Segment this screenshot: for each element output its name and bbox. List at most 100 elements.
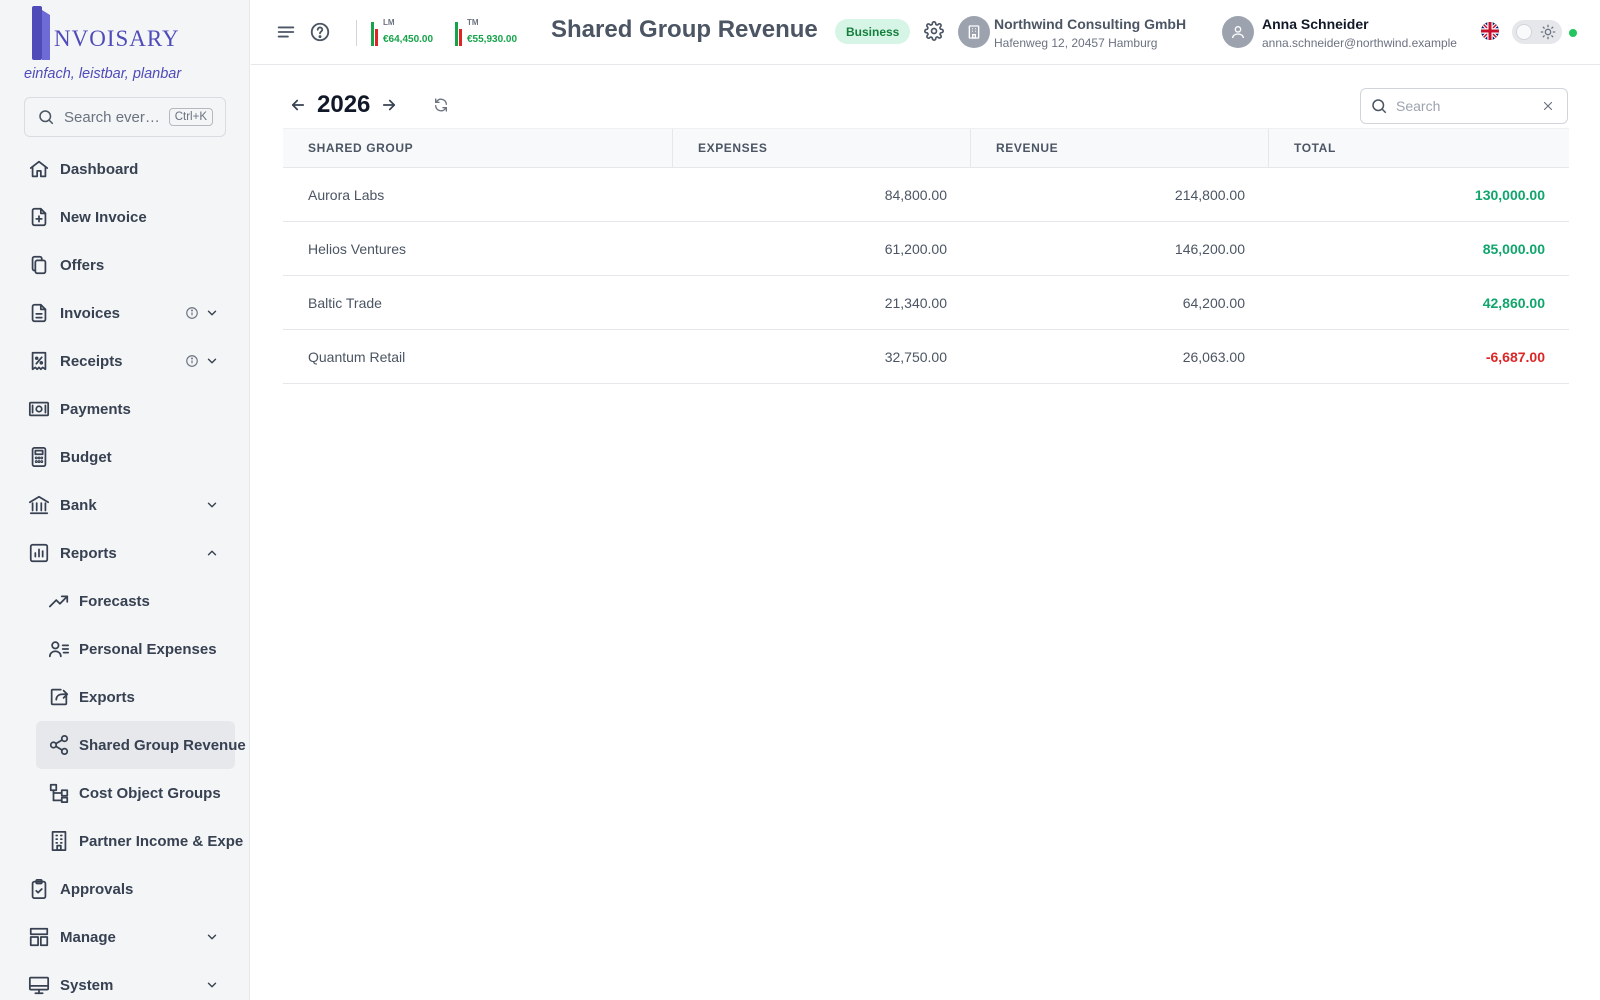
user-list-icon [48,641,70,658]
cell-expenses: 32,750.00 [884,348,947,365]
sidebar-item-label: Offers [60,256,105,274]
sidebar-item-label: Receipts [60,352,123,370]
chevron-up-icon[interactable] [205,546,219,560]
sidebar-search-input[interactable]: Search ever… Ctrl+K [24,97,226,137]
chevron-down-icon[interactable] [205,354,219,368]
chevron-down-icon[interactable] [205,498,219,512]
column-header-expenses[interactable]: Expenses [673,129,971,167]
arrow-right-icon[interactable] [380,96,398,114]
banknote-icon [28,401,50,417]
sidebar-item-cost-object-groups[interactable]: Cost Object Groups [0,769,249,817]
sidebar-item-personal-expenses[interactable]: Personal Expenses [0,625,249,673]
receipt-percent-icon [31,351,47,371]
table-row[interactable]: Quantum Retail 32,750.00 26,063.00 -6,687.0… [283,330,1569,384]
sidebar-item-shared-group-revenue[interactable]: Shared Group Revenue [36,721,246,769]
sidebar-item-label: Shared Group Revenue [79,736,246,754]
info-icon[interactable] [185,354,199,368]
organization-avatar[interactable] [958,16,990,48]
organization-name[interactable]: Northwind Consulting GmbH [994,16,1186,32]
share-icon [49,734,69,756]
building-icon [968,25,980,39]
calculator-icon [31,446,47,468]
arrow-left-icon[interactable] [289,96,307,114]
sidebar-item-exports[interactable]: Exports [0,673,249,721]
cell-total: 42,860.00 [1482,294,1545,311]
kpi-lm-value: €64,450.00 [383,34,434,45]
sidebar-item-label: Approvals [60,880,134,898]
sidebar-item-offers[interactable]: Offers [0,241,249,289]
info-icon[interactable] [185,306,199,320]
table-row[interactable]: Aurora Labs 84,800.00 214,800.00 130,000.00 [283,168,1569,222]
cell-revenue: 214,800.00 [1174,186,1245,203]
sidebar-item-receipts[interactable]: Receipts [0,337,249,385]
header-divider [356,20,357,46]
sidebar-item-forecasts[interactable]: Forecasts [0,577,249,625]
kpi-tm-value: €55,930.00 [467,34,518,45]
user-avatar[interactable] [1222,16,1254,48]
sidebar-item-label: Personal Expenses [79,640,217,658]
search-shortcut-hint: Ctrl+K [168,108,213,126]
table-row[interactable]: Helios Ventures 61,200.00 146,200.00 85,000… [283,222,1569,276]
cell-expenses: 61,200.00 [884,240,947,257]
monitor-icon [28,976,50,995]
user-name[interactable]: Anna Schneider [1262,16,1369,32]
toggle-knob [1516,24,1532,40]
cell-shared-group: Baltic Trade [308,294,382,311]
sidebar-item-label: Partner Income & Expe [79,832,244,850]
column-header-total[interactable]: Total [1269,129,1569,167]
sidebar-item-new-invoice[interactable]: New Invoice [0,193,249,241]
chevron-down-icon[interactable] [205,306,219,320]
sidebar-item-system[interactable]: System [0,961,249,1000]
sidebar-item-reports[interactable]: Reports [0,529,249,577]
building-icon [51,830,67,852]
sidebar-item-dashboard[interactable]: Dashboard [0,145,249,193]
logo-text: NVOISARY [54,26,180,51]
sidebar-item-label: Cost Object Groups [79,784,221,802]
menu-icon[interactable] [275,21,297,43]
cell-shared-group: Aurora Labs [308,186,385,203]
trending-up-icon [48,595,69,608]
clear-icon[interactable] [1541,99,1555,113]
sidebar-item-label: Manage [60,928,116,946]
theme-toggle[interactable] [1512,20,1562,44]
column-header-shared-group[interactable]: Shared Group [283,129,673,167]
help-icon[interactable] [309,21,331,43]
cell-total: -6,687.00 [1485,348,1545,365]
table-search-input[interactable]: Search [1360,88,1568,124]
chevron-down-icon[interactable] [205,978,219,992]
kpi-tm-label: TM [467,18,479,27]
sun-icon [1540,24,1556,40]
user-email: anna.schneider@northwind.example [1262,36,1457,50]
sidebar-search-placeholder: Search ever… [64,108,160,126]
settings-gear-icon[interactable] [924,21,944,41]
organization-address: Hafenweg 12, 20457 Hamburg [994,36,1158,50]
top-header: LM €64,450.00 TM €55,930.00 Shared Group… [251,0,1600,65]
online-status-dot [1569,29,1577,37]
column-header-revenue[interactable]: Revenue [971,129,1269,167]
chevron-down-icon[interactable] [205,930,219,944]
kpi-this-month[interactable]: TM €55,930.00 [455,19,517,46]
sidebar-item-budget[interactable]: Budget [0,433,249,481]
sidebar-item-label: Exports [79,688,135,706]
table-row[interactable]: Baltic Trade 21,340.00 64,200.00 42,860.00 [283,276,1569,330]
sidebar-item-payments[interactable]: Payments [0,385,249,433]
sidebar-item-partner-income-and-expe[interactable]: Partner Income & Expe [0,817,249,865]
sidebar-item-label: Reports [60,544,117,562]
cell-expenses: 84,800.00 [884,186,947,203]
plan-badge: Business [835,19,911,44]
sidebar-item-label: Dashboard [60,160,139,178]
refresh-icon[interactable] [433,97,449,113]
sidebar-item-bank[interactable]: Bank [0,481,249,529]
app-logo[interactable]: NVOISARY [32,4,180,62]
sidebar-item-invoices[interactable]: Invoices [0,289,249,337]
kpi-lm-label: LM [383,18,395,27]
sidebar-item-approvals[interactable]: Approvals [0,865,249,913]
main-content: 2026 Search Shared Group Expenses Revenu… [251,66,1600,1000]
cell-revenue: 64,200.00 [1182,294,1245,311]
bank-icon [28,495,50,515]
sidebar-item-manage[interactable]: Manage [0,913,249,961]
layout-icon [29,927,49,947]
kpi-last-month[interactable]: LM €64,450.00 [371,19,433,46]
uk-flag-icon[interactable] [1481,22,1499,40]
cell-revenue: 26,063.00 [1182,348,1245,365]
